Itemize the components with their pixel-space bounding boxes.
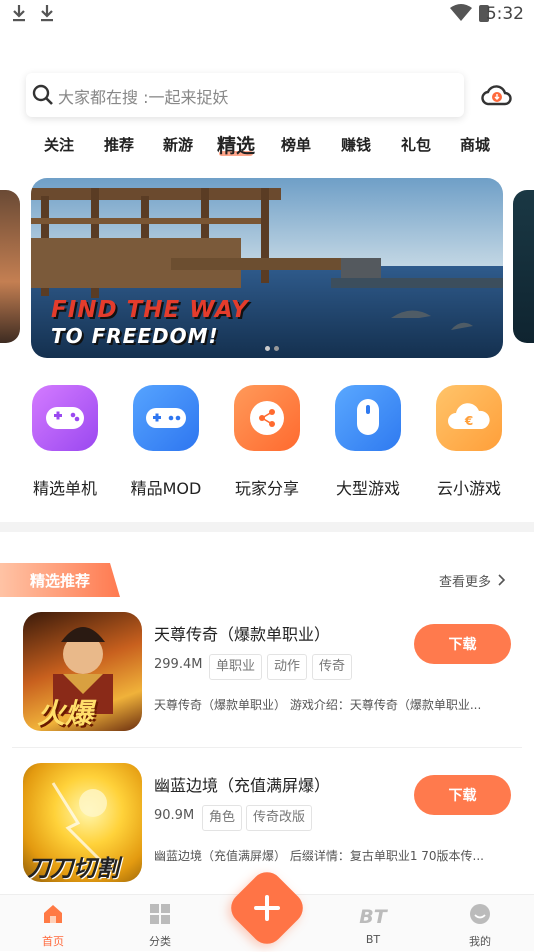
shortcut-single-player[interactable]: 精选单机	[30, 385, 100, 498]
game-description: 幽蓝边境（充值满屏爆） 后缀详情：复古单职业1 70版本传...	[154, 849, 484, 863]
tab-label: 新游	[163, 136, 194, 154]
nav-label: 我的	[469, 935, 491, 948]
download-button[interactable]: 下载	[414, 775, 511, 815]
game-thumbnail[interactable]: 刀刀切割	[23, 763, 142, 882]
download-notification-icon	[13, 5, 25, 22]
banner-headline: FIND THE WAY	[51, 297, 249, 323]
search-icon	[32, 84, 53, 105]
game-thumbnail-text: 刀刀切割	[27, 856, 119, 882]
wifi-icon	[450, 4, 472, 21]
svg-text:€: €	[464, 414, 473, 428]
banner-prev-peek[interactable]	[0, 190, 20, 343]
carousel-dot-active	[274, 346, 279, 351]
row-divider	[12, 747, 522, 748]
nav-profile[interactable]: 我的	[440, 895, 520, 952]
tab-label: 精选	[217, 135, 256, 157]
see-more-link[interactable]: 查看更多	[439, 571, 491, 590]
search-placeholder: 大家都在搜 :一起来捉妖	[58, 88, 229, 107]
shortcut-label: 精选单机	[32, 479, 97, 498]
game-tag: 角色	[202, 805, 243, 831]
profile-icon	[470, 904, 490, 924]
game-size: 90.9M	[154, 808, 195, 823]
search-bar[interactable]: 大家都在搜 :一起来捉妖	[26, 73, 464, 117]
clock: 5:32	[485, 4, 524, 24]
nav-home[interactable]: 首页	[13, 895, 93, 952]
section-title: 精选推荐	[30, 572, 91, 590]
download-button[interactable]: 下载	[414, 624, 511, 664]
game-title: 天尊传奇（爆款单职业）	[154, 625, 331, 644]
chevron-right-icon[interactable]	[497, 573, 507, 587]
shortcut-label: 玩家分享	[234, 479, 299, 498]
carousel-dot	[265, 346, 270, 351]
game-thumbnail-text: 火爆	[37, 697, 94, 730]
game-tag: 动作	[267, 654, 308, 680]
tab-recommend[interactable]: 推荐	[104, 134, 134, 155]
game-size: 299.4M	[154, 657, 203, 672]
nav-label: 首页	[42, 935, 64, 948]
shortcut-label: 大型游戏	[335, 479, 400, 498]
tab-new-games[interactable]: 新游	[163, 134, 193, 155]
tab-label: 礼包	[401, 136, 432, 154]
tab-gift[interactable]: 礼包	[401, 134, 431, 155]
nav-bt[interactable]: BT BT	[333, 895, 413, 952]
share-icon	[234, 385, 300, 451]
game-tag: 单职业	[209, 654, 263, 680]
banner-next-peek[interactable]	[513, 190, 534, 343]
home-icon	[44, 905, 62, 923]
status-bar: 5:32	[0, 0, 534, 30]
tab-label: 商城	[460, 136, 491, 154]
controller-icon	[133, 385, 199, 451]
game-title: 幽蓝边境（充值满屏爆）	[154, 776, 331, 795]
shortcut-player-share[interactable]: 玩家分享	[232, 385, 302, 498]
featured-banner[interactable]: FIND THE WAY TO FREEDOM!	[31, 178, 503, 358]
tab-ranking[interactable]: 榜单	[281, 134, 311, 155]
shortcut-label: 云小游戏	[436, 479, 501, 498]
shortcut-mod[interactable]: 精品MOD	[131, 385, 201, 498]
tab-follow[interactable]: 关注	[44, 134, 74, 155]
grid-icon	[150, 904, 170, 924]
bt-icon: BT	[359, 906, 388, 927]
shortcut-large-games[interactable]: 大型游戏	[333, 385, 403, 498]
tab-store[interactable]: 商城	[460, 134, 490, 155]
gamepad-icon	[32, 385, 98, 451]
shortcut-label: 精品MOD	[130, 479, 202, 498]
plus-icon	[254, 895, 280, 921]
cloud-game-icon: €	[436, 385, 502, 451]
nav-category[interactable]: 分类	[120, 895, 200, 952]
category-tabs: 关注 推荐 新游 精选 榜单 赚钱 礼包 商城	[27, 134, 507, 164]
tab-label: 赚钱	[341, 136, 372, 154]
game-thumbnail[interactable]: 火爆	[23, 612, 142, 731]
nav-label: 分类	[149, 935, 171, 948]
tab-label: 榜单	[281, 136, 312, 154]
mouse-icon	[335, 385, 401, 451]
game-tag: 传奇	[312, 654, 353, 680]
tab-label: 关注	[44, 136, 75, 154]
tab-earn[interactable]: 赚钱	[341, 134, 371, 155]
tab-label: 推荐	[104, 136, 135, 154]
download-notification-icon	[41, 5, 53, 22]
section-divider	[0, 522, 534, 532]
game-description: 天尊传奇（爆款单职业） 游戏介绍：天尊传奇（爆款单职业...	[154, 698, 482, 712]
nav-label: BT	[365, 933, 381, 946]
game-tag: 传奇改版	[246, 805, 313, 831]
cloud-download-icon[interactable]	[481, 82, 513, 108]
game-list-item[interactable]: 火爆 天尊传奇（爆款单职业） 299.4M 单职业 动作 传奇 天尊传奇（爆款单…	[0, 612, 534, 752]
banner-subline: TO FREEDOM!	[51, 324, 219, 348]
tab-featured[interactable]: 精选	[217, 131, 255, 158]
svg-text:BT: BT	[359, 906, 388, 927]
shortcut-cloud-games[interactable]: € 云小游戏	[434, 385, 504, 498]
